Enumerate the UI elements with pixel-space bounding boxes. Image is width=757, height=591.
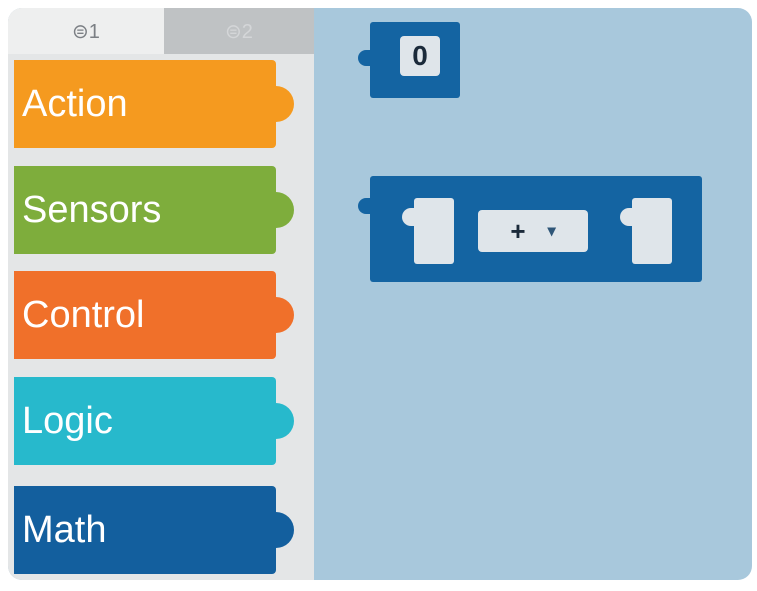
left-operand-slot[interactable]	[402, 198, 454, 264]
category-action-button[interactable]: Action	[14, 60, 294, 148]
category-label: Math	[22, 509, 107, 551]
tab-2-label: ⊜2	[225, 20, 253, 43]
slot-connector	[402, 208, 418, 226]
tab-1[interactable]: ⊜1	[8, 8, 164, 54]
number-block[interactable]: 0	[358, 22, 460, 98]
category-label: Logic	[22, 400, 113, 442]
puzzle-tab	[268, 403, 294, 439]
operator-dropdown[interactable]: + ▾	[478, 210, 588, 252]
chevron-down-icon: ▾	[547, 223, 556, 240]
slot-connector	[620, 208, 636, 226]
tab-1-label: ⊜1	[72, 20, 100, 43]
category-math-button[interactable]: Math	[14, 486, 294, 574]
block-output-connector	[358, 50, 374, 66]
category-control-button[interactable]: Control	[14, 271, 294, 359]
puzzle-tab	[268, 297, 294, 333]
block-flyout-canvas[interactable]: 0 + ▾	[314, 8, 752, 580]
category-palette: ⊜1 ⊜2 Action Sensors Control Logic Math	[8, 8, 314, 580]
category-label: Action	[22, 83, 128, 125]
tab-2[interactable]: ⊜2	[164, 8, 314, 54]
right-operand-slot[interactable]	[620, 198, 672, 264]
category-logic-button[interactable]: Logic	[14, 377, 294, 465]
category-sensors-button[interactable]: Sensors	[14, 166, 294, 254]
block-output-connector	[358, 198, 374, 214]
number-field[interactable]: 0	[400, 36, 440, 76]
blocks-editor: ⊜1 ⊜2 Action Sensors Control Logic Math …	[8, 8, 752, 580]
operator-symbol: +	[510, 215, 526, 246]
puzzle-tab	[268, 86, 294, 122]
category-label: Control	[22, 294, 145, 336]
category-label: Sensors	[22, 189, 162, 231]
puzzle-tab	[268, 192, 294, 228]
arithmetic-block[interactable]: + ▾	[358, 176, 702, 282]
puzzle-tab	[268, 512, 294, 548]
